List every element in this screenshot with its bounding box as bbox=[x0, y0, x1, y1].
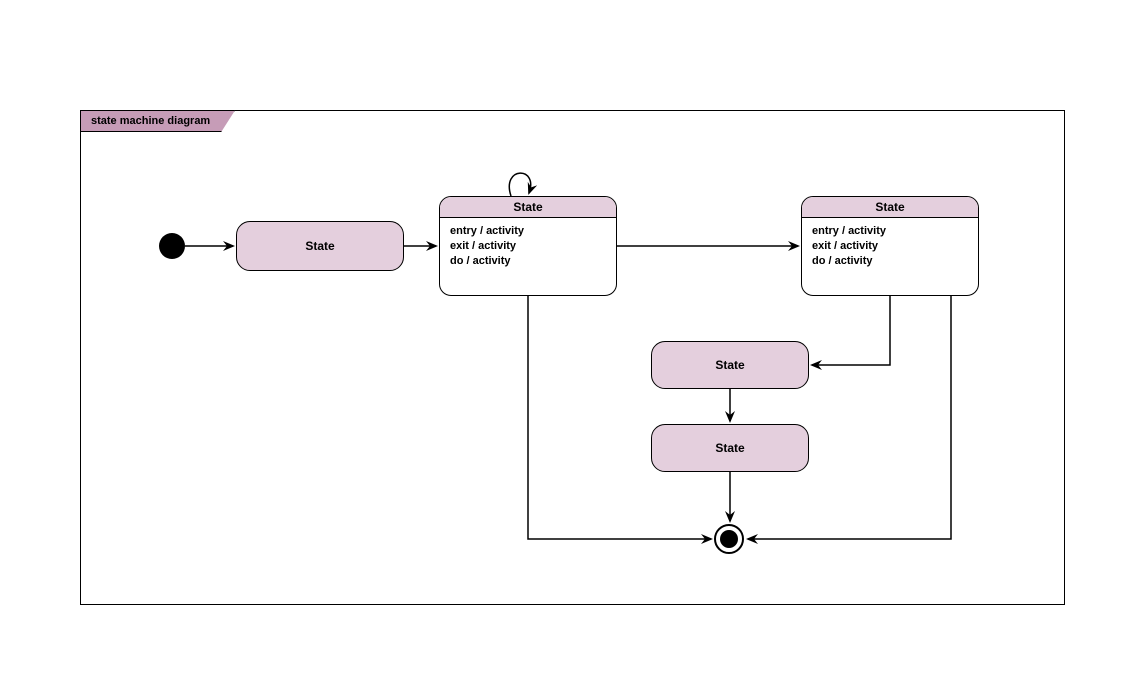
state-simple-2-label: State bbox=[715, 358, 744, 372]
state-simple-2: State bbox=[651, 341, 809, 389]
state-composite-2-line-1: exit / activity bbox=[812, 239, 968, 254]
final-state-inner bbox=[720, 530, 738, 548]
initial-state bbox=[159, 233, 185, 259]
state-composite-1-line-0: entry / activity bbox=[450, 224, 606, 239]
final-state bbox=[714, 524, 744, 554]
transition-c2-to-s2 bbox=[812, 296, 890, 365]
state-composite-1-line-2: do / activity bbox=[450, 254, 606, 269]
state-composite-2-label: State bbox=[875, 200, 904, 214]
transition-c1-to-final bbox=[528, 296, 711, 539]
frame-title-text: state machine diagram bbox=[91, 115, 210, 127]
transitions-overlay bbox=[81, 111, 1066, 606]
state-composite-1: State entry / activity exit / activity d… bbox=[439, 196, 617, 296]
state-simple-1-label: State bbox=[305, 239, 334, 253]
state-composite-2-line-0: entry / activity bbox=[812, 224, 968, 239]
state-composite-2-line-2: do / activity bbox=[812, 254, 968, 269]
transition-c2-to-final bbox=[748, 296, 951, 539]
state-simple-3-label: State bbox=[715, 441, 744, 455]
diagram-frame: state machine diagram State State entry … bbox=[80, 110, 1065, 605]
state-simple-1: State bbox=[236, 221, 404, 271]
state-composite-1-label: State bbox=[513, 200, 542, 214]
transition-c1-selfloop bbox=[509, 173, 530, 196]
state-composite-1-line-1: exit / activity bbox=[450, 239, 606, 254]
state-composite-2: State entry / activity exit / activity d… bbox=[801, 196, 979, 296]
frame-title-tab: state machine diagram bbox=[80, 110, 235, 132]
state-simple-3: State bbox=[651, 424, 809, 472]
